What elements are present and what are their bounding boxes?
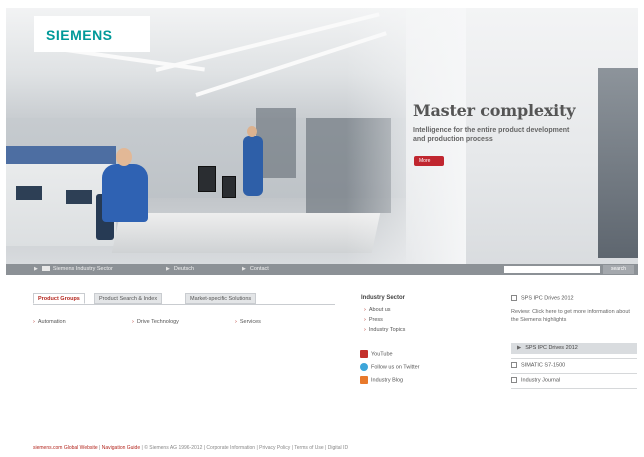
home-icon <box>41 266 50 272</box>
link-industry-blog[interactable]: Industry Blog <box>360 376 403 385</box>
sidebar-item-simatic[interactable]: SIMATIC S7-1500 <box>511 362 635 368</box>
triangle-right-icon: ▶ <box>166 266 170 272</box>
arrow-right-icon: › <box>235 319 237 325</box>
hero-right-machine <box>598 68 638 258</box>
link-youtube[interactable]: YouTube <box>360 350 393 359</box>
nav-item-label: Contact <box>249 266 269 272</box>
link-label: Services <box>239 319 261 325</box>
more-button[interactable]: More <box>414 156 444 166</box>
triangle-right-icon: ▶ <box>242 266 246 272</box>
page: SIEMENS Master complexity Intelligence f… <box>6 8 638 457</box>
sidebar-item-label: SIMATIC S7-1500 <box>521 362 566 369</box>
tab-product-search-index[interactable]: Product Search & Index <box>94 293 163 304</box>
link-label: Press <box>368 317 383 323</box>
top-nav-bar: ▶ Siemens Industry Sector ▶ Deutsch ▶ Conta… <box>6 264 638 275</box>
link-twitter[interactable]: Follow us on Twitter <box>360 363 420 372</box>
footer: siemens.com Global Website | Navigation … <box>33 445 348 451</box>
link-label: YouTube <box>371 351 393 358</box>
nav-item-industry-sector[interactable]: ▶ Siemens Industry Sector <box>34 264 113 275</box>
link-drive-technology[interactable]: › Drive Technology <box>132 319 179 325</box>
link-industry-topics[interactable]: › Industry Topics <box>364 327 405 333</box>
arrow-right-icon: › <box>364 327 366 333</box>
hero-subline: Intelligence for the entire product deve… <box>413 127 570 143</box>
hero-monitor <box>198 166 216 192</box>
link-label: Industry Topics <box>368 327 406 333</box>
twitter-icon <box>360 363 368 371</box>
link-label: Drive Technology <box>136 319 179 325</box>
tab-market-specific-solutions[interactable]: Market-specific Solutions <box>185 293 257 304</box>
link-automation[interactable]: › Automation <box>33 319 66 325</box>
triangle-right-icon: ▶ <box>517 345 522 351</box>
arrow-right-icon: › <box>364 317 366 323</box>
nav-item-label: Deutsch <box>173 266 195 272</box>
checkbox-icon <box>511 377 517 383</box>
nav-item-language[interactable]: ▶ Deutsch <box>166 264 194 275</box>
link-about-us[interactable]: › About us <box>364 307 391 313</box>
siemens-logo[interactable]: SIEMENS <box>46 27 113 43</box>
sidebar-divider <box>511 373 637 374</box>
worker-head <box>116 148 132 166</box>
footer-legal-links[interactable]: | © Siemens AG 1996-2012 | Corporate Inf… <box>142 445 349 451</box>
search-button[interactable]: search <box>603 265 634 274</box>
triangle-right-icon: ▶ <box>34 266 38 272</box>
worker-head <box>247 126 257 137</box>
hero-monitor <box>222 176 236 198</box>
worker-body <box>102 164 148 222</box>
hero-banner: SIEMENS Master complexity Intelligence f… <box>6 8 638 264</box>
tab-divider <box>33 304 335 305</box>
search-input[interactable] <box>504 266 600 273</box>
nav-item-label: Siemens Industry Sector <box>52 266 113 272</box>
arrow-right-icon: › <box>364 307 366 313</box>
machine-slot <box>16 186 42 200</box>
footer-navigation-guide-link[interactable]: Navigation Guide <box>102 445 140 451</box>
checkbox-icon <box>511 362 517 368</box>
link-label: Automation <box>37 319 66 325</box>
tab-product-groups[interactable]: Product Groups <box>33 293 85 304</box>
hero-headline: Master complexity <box>413 101 576 120</box>
link-services[interactable]: › Services <box>235 319 261 325</box>
blog-icon <box>360 376 368 384</box>
machine-slot <box>66 190 92 204</box>
sidebar-item-industry-journal[interactable]: Industry Journal <box>511 377 635 383</box>
link-label: Industry Blog <box>371 377 404 384</box>
youtube-icon <box>360 350 368 358</box>
nav-item-contact[interactable]: ▶ Contact <box>242 264 269 275</box>
logo-box[interactable]: SIEMENS <box>34 16 150 52</box>
sidebar-divider <box>511 358 637 359</box>
sidebar-divider <box>511 388 637 389</box>
checkbox-icon <box>511 295 517 301</box>
arrow-right-icon: › <box>132 319 134 325</box>
sidebar-item-label: Industry Journal <box>521 377 561 384</box>
hero-worker <box>96 148 158 243</box>
link-label: About us <box>368 307 391 313</box>
worker-body <box>243 136 263 196</box>
link-label: Follow us on Twitter <box>371 364 420 371</box>
sidebar-bar-sps-ipc-drives[interactable]: ▶ SPS IPC Drives 2012 <box>511 343 637 354</box>
hero-worker-standing <box>242 126 266 204</box>
footer-global-link[interactable]: siemens.com Global Website <box>33 445 98 451</box>
sidebar-description: Review: Click here to get more informati… <box>511 309 630 323</box>
sidebar-item-label: SPS IPC Drives 2012 <box>521 295 574 302</box>
sidebar-bar-label: SPS IPC Drives 2012 <box>525 345 578 351</box>
industry-sector-heading: Industry Sector <box>361 295 406 301</box>
link-press[interactable]: › Press <box>364 317 383 323</box>
arrow-right-icon: › <box>33 319 35 325</box>
sidebar-item-sps-ipc-drives[interactable]: SPS IPC Drives 2012 <box>511 295 635 301</box>
